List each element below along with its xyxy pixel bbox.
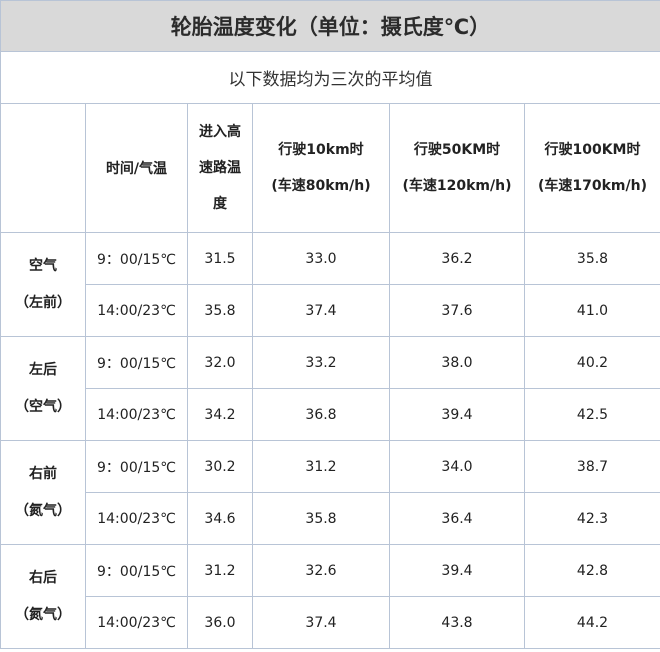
temp-50km-cell: 37.6 [389,284,525,337]
temp-50km-cell: 36.2 [389,232,525,285]
temp-100km-cell: 38.7 [524,440,660,493]
tire-position-sublabel: （氮气） [15,606,71,623]
temp-50km-cell: 43.8 [389,596,525,649]
header-50km-speed: (车速120km/h) [402,178,512,194]
temp-10km-cell: 33.2 [252,336,390,389]
header-time-temp: 时间/气温 [85,103,188,233]
temp-100km-cell: 42.3 [524,492,660,545]
header-highway-entry-line1: 进入高 [199,124,241,140]
time-temp-cell: 14:00/23℃ [85,284,188,337]
temp-10km-cell: 33.0 [252,232,390,285]
time-temp-cell: 9：00/15℃ [85,232,188,285]
tire-position-right-rear: 右后 （氮气） [0,544,86,649]
table-row: 14:00/23℃ 36.0 37.4 43.8 44.2 [1,596,660,649]
tire-position-label: 右前 [29,465,57,482]
table-row: 空气 （左前） 9：00/15℃ 31.5 33.0 36.2 35.8 [0,232,660,337]
temp-10km-cell: 35.8 [252,492,390,545]
entry-temp-cell: 31.2 [187,544,253,597]
header-50km: 行驶50KM时 (车速120km/h) [389,103,525,233]
header-highway-entry-line3: 度 [213,196,227,212]
entry-temp-cell: 30.2 [187,440,253,493]
temp-50km-cell: 36.4 [389,492,525,545]
header-empty [0,103,86,233]
table-row: 14:00/23℃ 35.8 37.4 37.6 41.0 [1,284,660,337]
entry-temp-cell: 35.8 [187,284,253,337]
table-row: 左后 （空气） 9：00/15℃ 32.0 33.2 38.0 40.2 [0,336,660,441]
table-subtitle: 以下数据均为三次的平均值 [0,51,660,104]
time-temp-cell: 14:00/23℃ [85,492,188,545]
tire-position-label: 空气 [29,257,57,274]
temp-100km-cell: 42.8 [524,544,660,597]
time-temp-cell: 9：00/15℃ [85,544,188,597]
entry-temp-cell: 36.0 [187,596,253,649]
tire-position-right-front: 右前 （氮气） [0,440,86,545]
header-10km: 行驶10km时 (车速80km/h) [252,103,390,233]
entry-temp-cell: 32.0 [187,336,253,389]
header-50km-distance: 行驶50KM时 [413,142,501,158]
header-10km-distance: 行驶10km时 [278,142,364,158]
temp-10km-cell: 36.8 [252,388,390,441]
temp-10km-cell: 37.4 [252,596,390,649]
header-10km-speed: (车速80km/h) [271,178,371,194]
table-row: 14:00/23℃ 34.6 35.8 36.4 42.3 [1,492,660,545]
table-title: 轮胎温度变化（单位：摄氏度℃） [0,0,660,52]
tire-position-sublabel: （左前） [15,294,71,311]
tire-position-label: 左后 [29,361,57,378]
temp-10km-cell: 37.4 [252,284,390,337]
tire-position-sublabel: （空气） [15,398,71,415]
temp-100km-cell: 42.5 [524,388,660,441]
temp-50km-cell: 39.4 [389,388,525,441]
temp-100km-cell: 41.0 [524,284,660,337]
header-highway-entry: 进入高 速路温 度 [187,103,253,233]
time-temp-cell: 9：00/15℃ [85,440,188,493]
header-100km-distance: 行驶100KM时 [544,142,641,158]
table-row: 右后 （氮气） 9：00/15℃ 31.2 32.6 39.4 42.8 [0,544,660,649]
time-temp-cell: 14:00/23℃ [85,388,188,441]
header-row: 时间/气温 进入高 速路温 度 行驶10km时 (车速80km/h) 行驶50K… [0,103,660,233]
temp-50km-cell: 39.4 [389,544,525,597]
table-row: 14:00/23℃ 34.2 36.8 39.4 42.5 [1,388,660,441]
temp-10km-cell: 31.2 [252,440,390,493]
time-temp-cell: 14:00/23℃ [85,596,188,649]
tire-temperature-table: 轮胎温度变化（单位：摄氏度℃） 以下数据均为三次的平均值 时间/气温 进入高 速… [0,0,660,649]
header-100km: 行驶100KM时 (车速170km/h) [524,103,660,233]
header-100km-speed: (车速170km/h) [538,178,647,194]
tire-position-left-front: 空气 （左前） [0,232,86,337]
tire-position-sublabel: （氮气） [15,502,71,519]
temp-50km-cell: 38.0 [389,336,525,389]
temp-100km-cell: 35.8 [524,232,660,285]
temp-100km-cell: 40.2 [524,336,660,389]
temp-50km-cell: 34.0 [389,440,525,493]
entry-temp-cell: 34.6 [187,492,253,545]
entry-temp-cell: 34.2 [187,388,253,441]
time-temp-cell: 9：00/15℃ [85,336,188,389]
tire-position-label: 右后 [29,569,57,586]
entry-temp-cell: 31.5 [187,232,253,285]
header-highway-entry-line2: 速路温 [199,160,241,176]
temp-100km-cell: 44.2 [524,596,660,649]
table-row: 右前 （氮气） 9：00/15℃ 30.2 31.2 34.0 38.7 [0,440,660,545]
temp-10km-cell: 32.6 [252,544,390,597]
tire-position-left-rear: 左后 （空气） [0,336,86,441]
